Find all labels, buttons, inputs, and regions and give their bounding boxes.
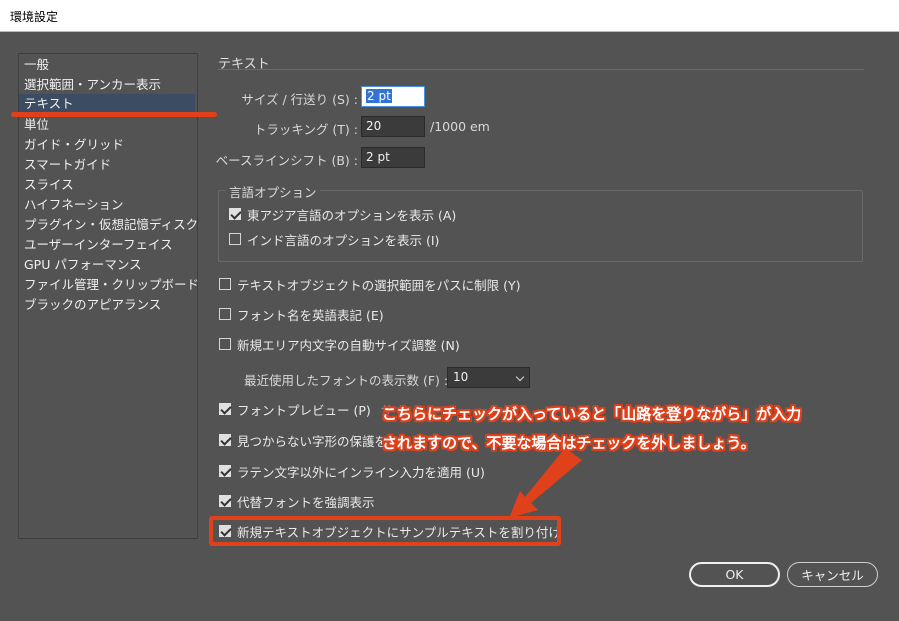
ok-button[interactable]: OK <box>689 562 780 587</box>
annotation-text-line1: こちらにチェックが入っていると「山路を登りながら」が入力 <box>382 405 802 423</box>
annotation-text-line2: されますので、不要な場合はチェックを外しましょう。 <box>382 434 756 452</box>
cancel-button[interactable]: キャンセル <box>787 562 878 587</box>
annotation-arrow-icon <box>509 448 582 518</box>
